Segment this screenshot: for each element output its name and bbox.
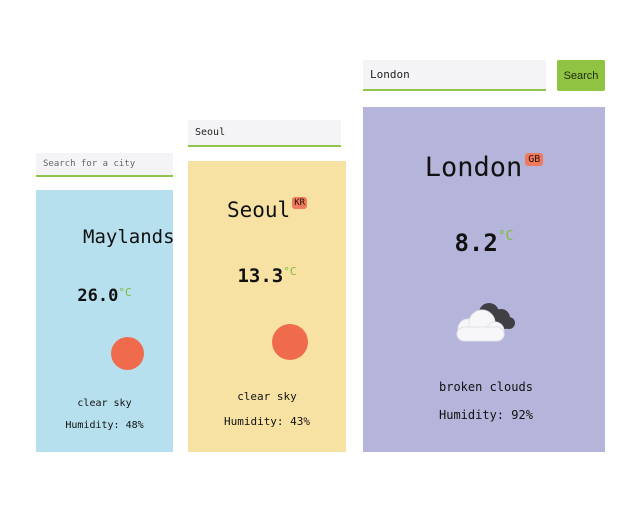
city-name: Seoul KR <box>188 197 346 222</box>
city-name: Maylands <box>83 226 173 248</box>
city-label: Maylands <box>83 226 173 248</box>
temperature-unit: °C <box>283 265 297 278</box>
broken-clouds-icon <box>456 303 515 342</box>
temperature: 8.2°C <box>363 229 605 257</box>
country-badge: GB <box>525 153 544 166</box>
weather-description: broken clouds <box>439 380 533 394</box>
sun-icon <box>272 324 308 360</box>
weather-description: clear sky <box>77 398 132 409</box>
city-search-input[interactable] <box>36 153 173 177</box>
city-search-input[interactable] <box>363 60 546 91</box>
temperature: 26.0°C <box>36 286 173 306</box>
humidity: Humidity: 92% <box>439 408 533 422</box>
temperature-value: 13.3 <box>237 265 284 287</box>
city-label: Seoul <box>226 198 291 222</box>
weather-card-seoul: Seoul KR 13.3°C clear sky Humidity: 43% <box>188 161 346 452</box>
temperature-value: 8.2 <box>454 229 498 257</box>
city-search-input[interactable] <box>188 120 341 147</box>
city-name: London GB <box>363 152 605 183</box>
temperature-unit: °C <box>118 286 132 299</box>
humidity: Humidity: 48% <box>65 420 144 431</box>
humidity: Humidity: 43% <box>223 415 311 428</box>
city-label: London <box>424 152 523 183</box>
search-button[interactable]: Search <box>557 60 605 91</box>
weather-card-london: London GB 8.2°C broken clouds Humidity: 9… <box>363 107 605 452</box>
weather-card-maylands: Maylands 26.0°C clear sky Humidity: 48% <box>36 190 173 452</box>
country-badge: KR <box>292 197 308 209</box>
temperature-unit: °C <box>497 229 514 244</box>
weather-description: clear sky <box>237 390 297 403</box>
sun-icon <box>111 337 144 370</box>
temperature-value: 26.0 <box>77 286 119 306</box>
temperature: 13.3°C <box>188 265 346 287</box>
